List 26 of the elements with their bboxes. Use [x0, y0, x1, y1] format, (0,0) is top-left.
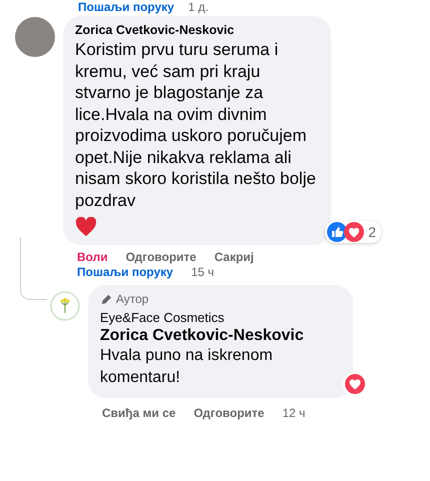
reaction-count: 2	[368, 224, 376, 240]
thread-connector-line	[20, 237, 47, 300]
comment-text: Koristim prvu turu seruma i kremu, već sam pri kraju stvarno je blagostanje za lice.Hvala na ovim divnim proizvodima uskoro poručujem opet.Nije nikakva reklama ali nisam skoro koristila nešto bolje pozdrav	[75, 39, 317, 211]
page-name[interactable]: Eye&Face Cosmetics	[100, 310, 341, 325]
avatar-circle[interactable]	[15, 17, 55, 57]
reply-text: Hvala puno na iskrenom komentaru!	[100, 346, 274, 388]
comment-action-link[interactable]: Воли	[77, 250, 108, 264]
comment-action-link[interactable]: Одговорите	[194, 406, 264, 420]
mention-name[interactable]: Zorica Cvetkovic-Neskovic	[100, 327, 341, 345]
author-name[interactable]: Zorica Cvetkovic-Neskovic	[75, 23, 319, 37]
send-message-link[interactable]: Пошаљи поруку	[77, 265, 174, 279]
love-icon[interactable]	[343, 372, 367, 396]
comment-action-link[interactable]: Сакриј	[214, 250, 254, 264]
author-label: Аутор	[116, 292, 149, 306]
heart-icon	[75, 217, 97, 237]
comment-action-link[interactable]: Одговорите	[126, 250, 196, 264]
send-message-link[interactable]: Пошаљи поруку	[78, 0, 174, 14]
love-icon	[344, 222, 364, 242]
comment-action-link[interactable]: Свиђа ми се	[102, 406, 176, 420]
comment-time: 1 д.	[188, 0, 208, 14]
reaction-count-pill[interactable]: 2	[325, 221, 381, 243]
comment-time: 15 ч	[191, 265, 214, 279]
flower-logo-icon	[50, 291, 80, 321]
comment-time: 12 ч	[282, 406, 306, 420]
like-icon	[327, 222, 348, 242]
pen-icon	[100, 292, 113, 306]
